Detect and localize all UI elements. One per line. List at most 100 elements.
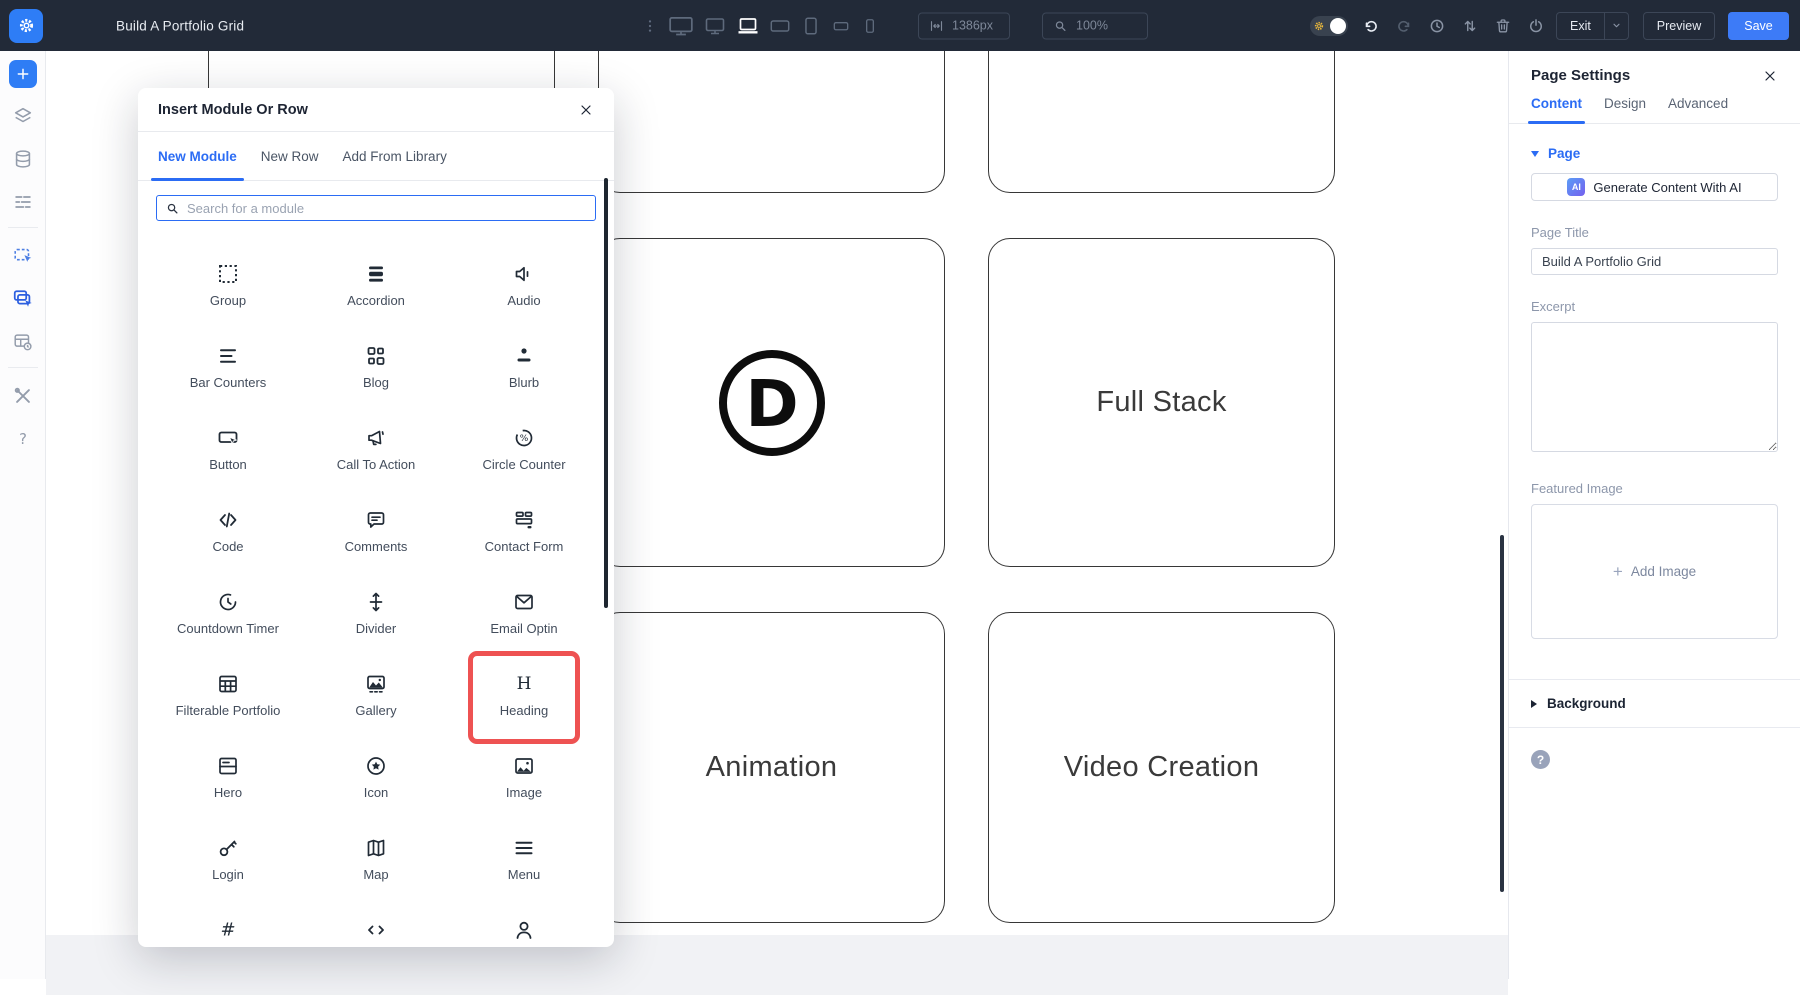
excerpt-label: Excerpt	[1531, 299, 1778, 314]
module-icon[interactable]: Icon	[302, 749, 450, 831]
module-bar-counters[interactable]: Bar Counters	[154, 339, 302, 421]
excerpt-textarea[interactable]	[1531, 322, 1778, 452]
portfolio-card-full-stack[interactable]: Full Stack	[988, 238, 1335, 567]
audio-icon	[512, 262, 536, 286]
zoom-control[interactable]: 100%	[1042, 12, 1148, 39]
tablet-landscape-icon[interactable]	[769, 15, 791, 37]
page-settings-panel: Page Settings Content Design Advanced Pa…	[1508, 51, 1800, 979]
module-map[interactable]: Map	[302, 831, 450, 913]
module-group[interactable]: Group	[154, 257, 302, 339]
save-button[interactable]: Save	[1728, 12, 1789, 40]
module-code[interactable]: Code	[154, 503, 302, 585]
sidebar-item-help[interactable]	[8, 424, 38, 454]
sidebar-item-select-row[interactable]	[8, 284, 38, 314]
portfolio-card-d[interactable]: D	[598, 238, 945, 567]
module-angle-brackets[interactable]	[302, 913, 450, 947]
card-label: Animation	[706, 751, 838, 784]
laptop-icon[interactable]	[736, 14, 760, 38]
module-label: Bar Counters	[190, 375, 267, 390]
add-image-dropzone[interactable]: + Add Image	[1531, 504, 1778, 639]
portfolio-card-video-creation[interactable]: Video Creation	[988, 612, 1335, 923]
sidebar-item-layout-settings[interactable]	[8, 327, 38, 357]
trash-button[interactable]	[1494, 17, 1512, 35]
module-hero[interactable]: Hero	[154, 749, 302, 831]
module-login[interactable]: Login	[154, 831, 302, 913]
sidebar-item-tools[interactable]	[8, 381, 38, 411]
close-icon[interactable]	[1762, 68, 1778, 84]
desktop-icon[interactable]	[703, 14, 727, 38]
page-title-input[interactable]	[1531, 248, 1778, 275]
module-audio[interactable]: Audio	[450, 257, 598, 339]
module-label: Countdown Timer	[177, 621, 279, 636]
section-page-toggle[interactable]: Page	[1531, 146, 1778, 161]
portfolio-card-animation[interactable]: Animation	[598, 612, 945, 923]
tab-new-row[interactable]: New Row	[261, 132, 319, 180]
close-icon[interactable]	[578, 102, 594, 118]
add-image-label: Add Image	[1631, 564, 1696, 579]
icon-star-icon	[364, 754, 388, 778]
module-label: Hero	[214, 785, 242, 800]
topbar: Build A Portfolio Grid 1386px 100% Exit …	[0, 0, 1800, 51]
sort-button[interactable]	[1461, 17, 1479, 35]
module-blog[interactable]: Blog	[302, 339, 450, 421]
tools-icon	[12, 385, 34, 407]
module-countdown-timer[interactable]: Countdown Timer	[154, 585, 302, 667]
module-gallery[interactable]: Gallery	[302, 667, 450, 749]
module-filterable-portfolio[interactable]: Filterable Portfolio	[154, 667, 302, 749]
sidebar-item-wireframe[interactable]	[8, 187, 38, 217]
module-label: Blurb	[509, 375, 539, 390]
layout-settings-icon	[12, 331, 34, 353]
preview-button[interactable]: Preview	[1643, 12, 1715, 40]
desktop-large-icon[interactable]	[668, 13, 694, 39]
section-background-toggle[interactable]: Background	[1509, 679, 1800, 728]
module-search	[156, 195, 596, 221]
builder-theme-toggle[interactable]	[1310, 16, 1348, 36]
history-button[interactable]	[1428, 17, 1446, 35]
modal-scrollbar[interactable]	[604, 178, 608, 608]
page-scrollbar[interactable]	[1500, 535, 1504, 892]
exit-button[interactable]: Exit	[1557, 13, 1604, 39]
tablet-portrait-icon[interactable]	[800, 15, 822, 37]
module-button[interactable]: Button	[154, 421, 302, 503]
sidebar-item-select-module[interactable]	[8, 241, 38, 271]
module-contact-form[interactable]: Contact Form	[450, 503, 598, 585]
module-heading[interactable]: Heading	[450, 667, 598, 749]
blurb-icon	[512, 344, 536, 368]
heading-icon	[512, 672, 536, 696]
wireframe-icon	[12, 191, 34, 213]
generate-content-ai-button[interactable]: AI Generate Content With AI	[1531, 173, 1778, 201]
module-accordion[interactable]: Accordion	[302, 257, 450, 339]
module-menu[interactable]: Menu	[450, 831, 598, 913]
module-hash[interactable]	[154, 913, 302, 947]
portability-button[interactable]	[1527, 17, 1545, 35]
divi-logo-button[interactable]	[9, 9, 43, 43]
module-search-input[interactable]	[187, 201, 587, 216]
panel-help-button[interactable]: ?	[1531, 750, 1550, 769]
tab-content[interactable]: Content	[1531, 96, 1582, 123]
module-image[interactable]: Image	[450, 749, 598, 831]
module-label: Filterable Portfolio	[176, 703, 281, 718]
add-button[interactable]	[9, 60, 37, 88]
sidebar-item-layers[interactable]	[8, 101, 38, 131]
sidebar-item-database[interactable]	[8, 144, 38, 174]
module-call-to-action[interactable]: Call To Action	[302, 421, 450, 503]
more-options-icon[interactable]	[642, 18, 658, 34]
viewport-width-control[interactable]: 1386px	[918, 12, 1010, 39]
exit-dropdown-button[interactable]	[1604, 13, 1628, 39]
module-email-optin[interactable]: Email Optin	[450, 585, 598, 667]
topbar-page-title: Build A Portfolio Grid	[116, 18, 244, 33]
module-blurb[interactable]: Blurb	[450, 339, 598, 421]
phone-landscape-icon[interactable]	[831, 16, 851, 36]
module-comments[interactable]: Comments	[302, 503, 450, 585]
phone-portrait-icon[interactable]	[860, 16, 880, 36]
module-person[interactable]	[450, 913, 598, 947]
module-circle-counter[interactable]: Circle Counter	[450, 421, 598, 503]
tab-new-module[interactable]: New Module	[158, 132, 237, 180]
redo-button[interactable]	[1395, 17, 1413, 35]
tab-add-from-library[interactable]: Add From Library	[343, 132, 447, 180]
module-label: Code	[212, 539, 243, 554]
tab-advanced[interactable]: Advanced	[1668, 96, 1728, 123]
undo-button[interactable]	[1362, 17, 1380, 35]
module-divider[interactable]: Divider	[302, 585, 450, 667]
tab-design[interactable]: Design	[1604, 96, 1646, 123]
